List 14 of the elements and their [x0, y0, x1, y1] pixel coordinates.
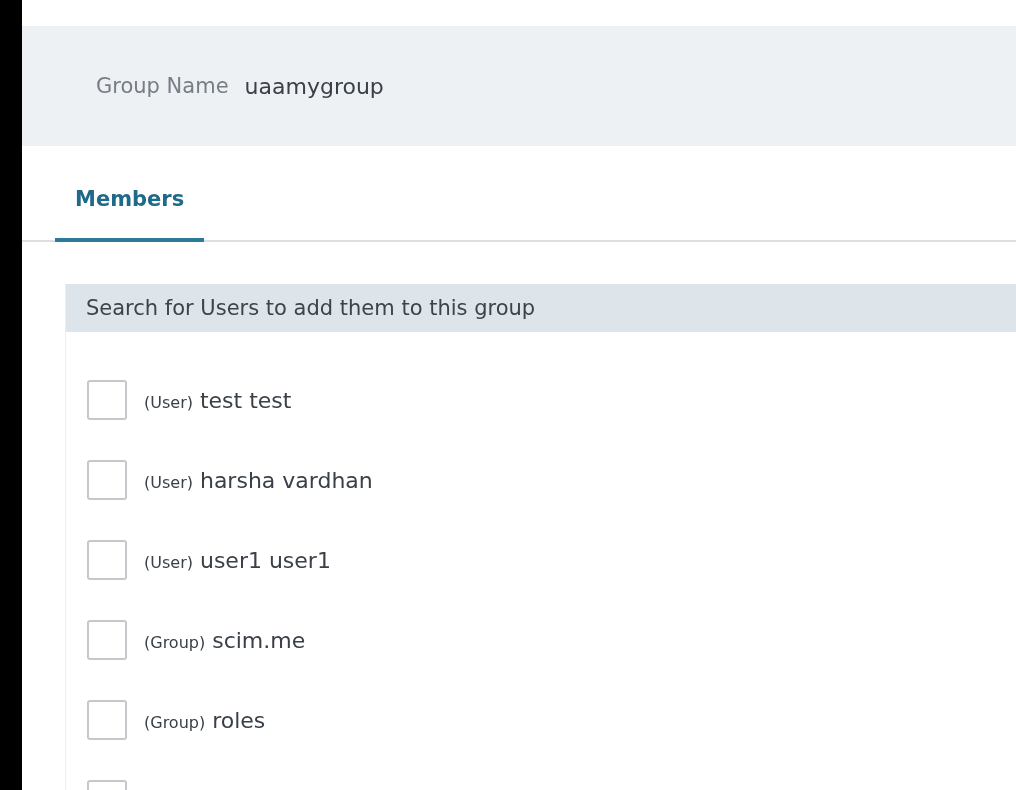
member-label: (User) user1 user1: [144, 547, 331, 573]
member-label: (Group) scim.me: [144, 627, 306, 653]
checkbox[interactable]: [87, 620, 127, 660]
checkbox[interactable]: [87, 460, 127, 500]
checkbox[interactable]: [87, 700, 127, 740]
member-label: (Group) roles: [144, 707, 266, 733]
checkbox[interactable]: [87, 540, 127, 580]
group-name-value: uaamygroup: [244, 73, 384, 99]
members-tab[interactable]: Members: [55, 187, 205, 242]
checkbox[interactable]: [87, 380, 127, 420]
group-name-label: Group Name: [96, 74, 229, 98]
member-label: (User) harsha vardhan: [144, 467, 373, 493]
member-label: (User) test test: [144, 387, 292, 413]
search-field[interactable]: Search for Users to add them to this group: [66, 284, 1016, 332]
